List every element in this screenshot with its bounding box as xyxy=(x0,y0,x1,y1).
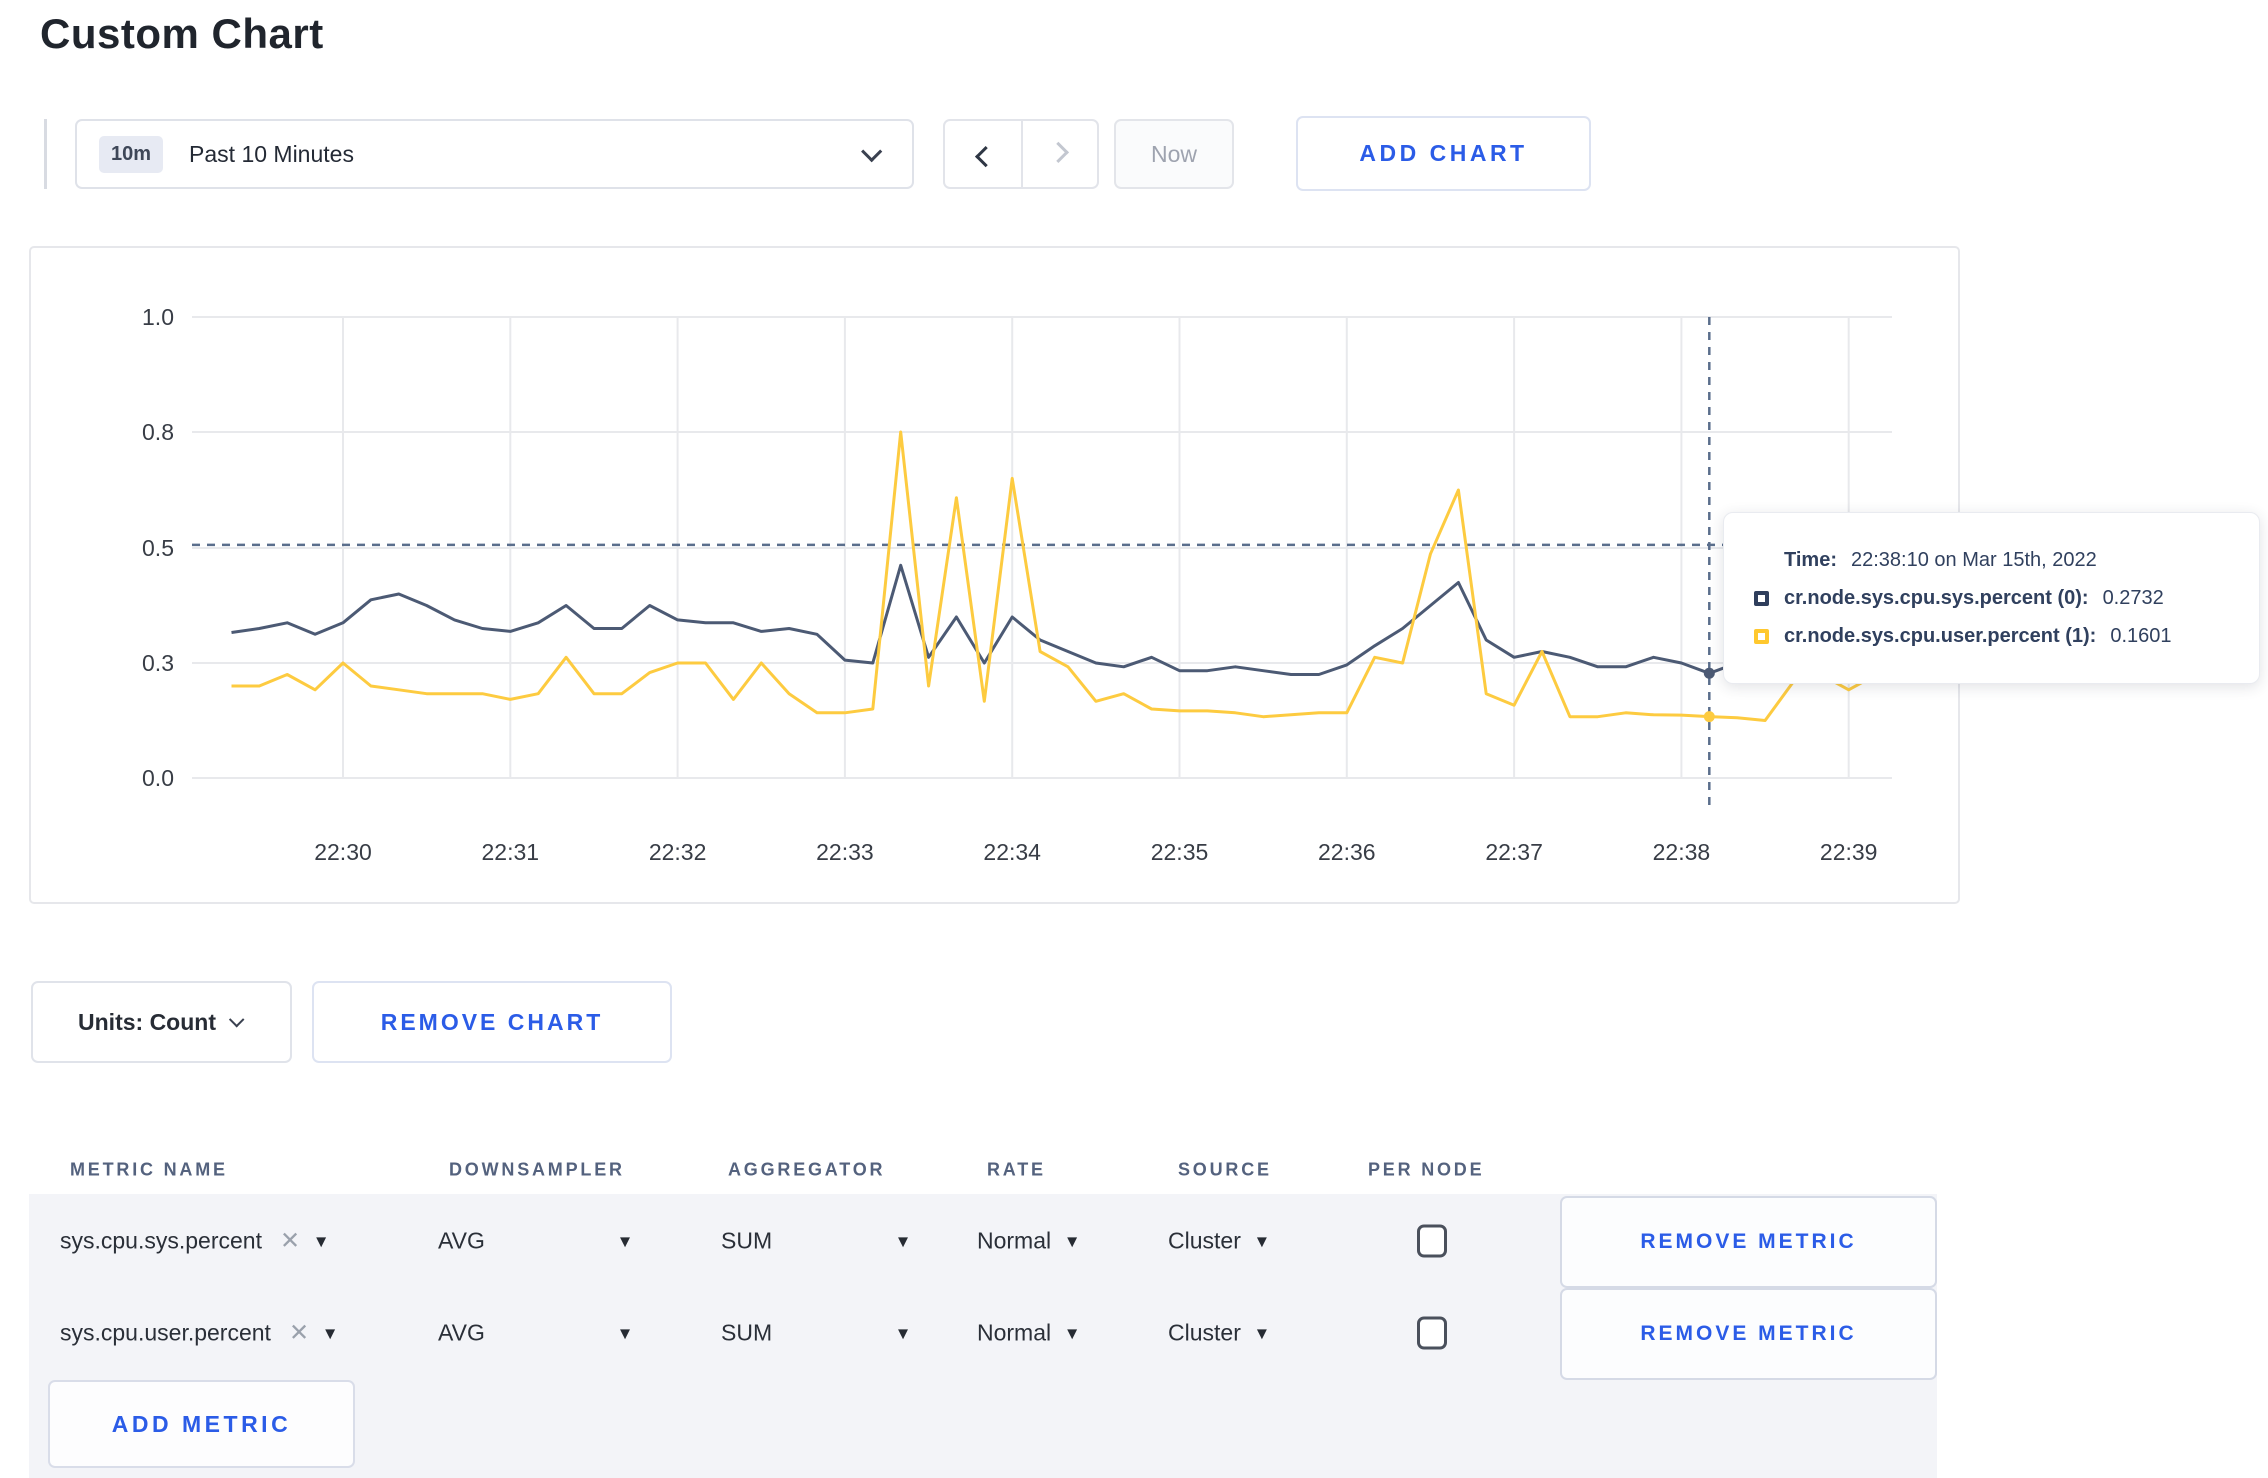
tooltip-series-value: 0.1601 xyxy=(2110,624,2172,647)
svg-text:0.0: 0.0 xyxy=(142,765,174,791)
toolbar-divider xyxy=(44,119,47,189)
svg-text:22:37: 22:37 xyxy=(1485,839,1543,865)
metric-name-value: sys.cpu.user.percent xyxy=(60,1319,271,1346)
svg-text:22:32: 22:32 xyxy=(649,839,707,865)
svg-text:22:39: 22:39 xyxy=(1820,839,1878,865)
chart-tooltip: Time: 22:38:10 on Mar 15th, 2022 cr.node… xyxy=(1723,512,2260,684)
remove-chart-button[interactable]: REMOVE CHART xyxy=(312,981,672,1063)
svg-text:22:35: 22:35 xyxy=(1151,839,1209,865)
per-node-checkbox[interactable] xyxy=(1417,1316,1447,1350)
tooltip-series-row: cr.node.sys.cpu.sys.percent (0): 0.2732 xyxy=(1754,587,2259,610)
tooltip-series-row: cr.node.sys.cpu.user.percent (1): 0.1601 xyxy=(1754,625,2259,648)
svg-text:22:38: 22:38 xyxy=(1653,839,1711,865)
metric-name-dropdown[interactable]: sys.cpu.user.percent ✕ ▾ xyxy=(60,1319,335,1348)
per-node-checkbox[interactable] xyxy=(1417,1224,1447,1258)
clear-metric-icon[interactable]: ✕ xyxy=(280,1227,300,1256)
caret-down-icon: ▾ xyxy=(325,1322,336,1345)
svg-text:1.0: 1.0 xyxy=(142,304,174,330)
tooltip-series-value: 0.2732 xyxy=(2102,586,2164,609)
rate-value: Normal xyxy=(977,1319,1052,1346)
metric-name-dropdown[interactable]: sys.cpu.sys.percent ✕ ▾ xyxy=(60,1227,326,1256)
next-time-button[interactable] xyxy=(1021,121,1097,187)
col-header-metric-name: METRIC NAME xyxy=(70,1159,228,1180)
svg-text:0.3: 0.3 xyxy=(142,650,174,676)
tooltip-series-name: cr.node.sys.cpu.user.percent (1): xyxy=(1784,624,2097,647)
remove-metric-button[interactable]: REMOVE METRIC xyxy=(1560,1288,1937,1380)
caret-down-icon: ▾ xyxy=(620,1322,631,1345)
aggregator-dropdown[interactable]: SUM xyxy=(721,1228,772,1255)
chevron-right-icon xyxy=(1047,141,1069,163)
time-nav-group xyxy=(943,119,1099,189)
downsampler-dropdown[interactable]: AVG xyxy=(438,1320,485,1347)
time-window-badge: 10m xyxy=(99,135,164,173)
units-label: Units: Count xyxy=(78,1008,216,1035)
col-header-aggregator: AGGREGATOR xyxy=(728,1159,886,1180)
source-dropdown[interactable]: Cluster ▾ xyxy=(1168,1228,1267,1255)
caret-down-icon: ▾ xyxy=(898,1230,909,1253)
caret-down-icon: ▾ xyxy=(1256,1230,1267,1253)
source-value: Cluster xyxy=(1168,1227,1241,1254)
svg-text:22:36: 22:36 xyxy=(1318,839,1376,865)
now-button[interactable]: Now xyxy=(1114,119,1234,189)
col-header-rate: RATE xyxy=(987,1159,1046,1180)
svg-text:0.8: 0.8 xyxy=(142,419,174,445)
svg-text:22:30: 22:30 xyxy=(314,839,372,865)
custom-chart-plot[interactable]: 0.0 0.3 0.5 0.8 1.0 22:30 22:31 22:32 22:33 22:34… xyxy=(31,248,1962,906)
tooltip-time-row: Time: 22:38:10 on Mar 15th, 2022 xyxy=(1784,549,2259,572)
caret-down-icon: ▾ xyxy=(898,1322,909,1345)
tooltip-time-value: 22:38:10 on Mar 15th, 2022 xyxy=(1850,548,2097,571)
svg-text:22:33: 22:33 xyxy=(816,839,874,865)
units-select[interactable]: Units: Count xyxy=(31,981,292,1063)
source-dropdown[interactable]: Cluster ▾ xyxy=(1168,1320,1267,1347)
rate-value: Normal xyxy=(977,1227,1052,1254)
tooltip-time-label: Time: xyxy=(1784,548,1837,571)
caret-down-icon: ▾ xyxy=(1067,1230,1078,1253)
page-title: Custom Chart xyxy=(40,10,324,57)
caret-down-icon: ▾ xyxy=(1067,1322,1078,1345)
add-chart-button[interactable]: ADD CHART xyxy=(1296,116,1591,191)
svg-text:22:31: 22:31 xyxy=(482,839,540,865)
svg-text:22:34: 22:34 xyxy=(983,839,1041,865)
add-metric-button[interactable]: ADD METRIC xyxy=(48,1380,355,1468)
time-window-label: Past 10 Minutes xyxy=(189,140,354,167)
downsampler-dropdown[interactable]: AVG xyxy=(438,1228,485,1255)
chart-card: 0.0 0.3 0.5 0.8 1.0 22:30 22:31 22:32 22:33 22:34… xyxy=(29,246,1960,904)
col-header-per-node: PER NODE xyxy=(1368,1159,1485,1180)
chevron-left-icon xyxy=(974,145,996,167)
clear-metric-icon[interactable]: ✕ xyxy=(289,1319,309,1348)
user-percent-swatch-icon xyxy=(1754,628,1769,644)
caret-down-icon: ▾ xyxy=(316,1230,327,1253)
source-value: Cluster xyxy=(1168,1319,1241,1346)
sys-percent-swatch-icon xyxy=(1754,590,1769,606)
remove-metric-button[interactable]: REMOVE METRIC xyxy=(1560,1196,1937,1288)
caret-down-icon: ▾ xyxy=(1256,1322,1267,1345)
prev-time-button[interactable] xyxy=(945,121,1021,187)
rate-dropdown[interactable]: Normal ▾ xyxy=(977,1228,1077,1255)
col-header-source: SOURCE xyxy=(1178,1159,1272,1180)
tooltip-series-name: cr.node.sys.cpu.sys.percent (0): xyxy=(1784,586,2089,609)
caret-down-icon: ▾ xyxy=(620,1230,631,1253)
chevron-down-icon xyxy=(228,1011,245,1027)
time-window-select[interactable]: 10m Past 10 Minutes xyxy=(75,119,914,189)
metric-name-value: sys.cpu.sys.percent xyxy=(60,1227,262,1254)
svg-text:0.5: 0.5 xyxy=(142,535,174,561)
aggregator-dropdown[interactable]: SUM xyxy=(721,1320,772,1347)
rate-dropdown[interactable]: Normal ▾ xyxy=(977,1320,1077,1347)
col-header-downsampler: DOWNSAMPLER xyxy=(449,1159,625,1180)
